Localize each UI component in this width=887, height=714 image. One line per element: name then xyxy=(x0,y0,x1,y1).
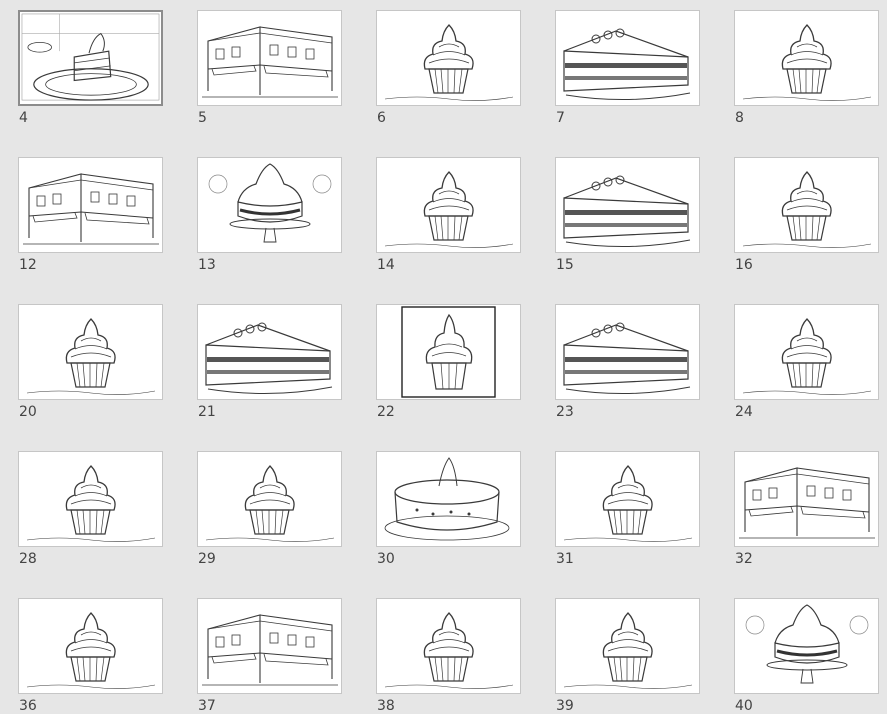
slide-thumbnail-37[interactable]: 37 xyxy=(197,598,342,714)
slide-thumbnail-32[interactable]: 32 xyxy=(734,451,879,567)
slide-number: 12 xyxy=(19,257,37,273)
cake-stand-icon xyxy=(734,598,879,694)
slide-number: 36 xyxy=(19,698,37,714)
slide-thumbnail-31[interactable]: 31 xyxy=(555,451,700,567)
cupcake-icon xyxy=(18,304,163,400)
slide-number: 14 xyxy=(377,257,395,273)
slide-number: 15 xyxy=(556,257,574,273)
cake-stand-icon xyxy=(197,157,342,253)
slide-thumbnail-7[interactable]: 7 xyxy=(555,10,700,126)
slide-number: 6 xyxy=(377,110,386,126)
cupcake-icon xyxy=(734,157,879,253)
cupcake-icon xyxy=(555,451,700,547)
slide-number: 16 xyxy=(735,257,753,273)
storefront-corner-icon xyxy=(18,157,163,253)
slide-thumbnail-40[interactable]: 40 xyxy=(734,598,879,714)
slide-number: 7 xyxy=(556,110,565,126)
cupcake-icon xyxy=(197,451,342,547)
framed-cupcake-icon xyxy=(376,304,521,400)
slide-thumbnail-36[interactable]: 36 xyxy=(18,598,163,714)
slide-thumbnail-28[interactable]: 28 xyxy=(18,451,163,567)
layer-cake-slice-icon xyxy=(197,304,342,400)
slide-thumbnail-8[interactable]: 8 xyxy=(734,10,879,126)
slide-thumbnail-16[interactable]: 16 xyxy=(734,157,879,273)
storefront-corner-icon xyxy=(197,10,342,106)
slide-number: 37 xyxy=(198,698,216,714)
slide-number: 28 xyxy=(19,551,37,567)
slide-thumbnail-20[interactable]: 20 xyxy=(18,304,163,420)
slide-number: 32 xyxy=(735,551,753,567)
cupcake-icon xyxy=(18,451,163,547)
slide-number: 21 xyxy=(198,404,216,420)
cupcake-icon xyxy=(734,304,879,400)
slide-number: 39 xyxy=(556,698,574,714)
cake-slice-plate-icon xyxy=(18,10,163,106)
slide-number: 38 xyxy=(377,698,395,714)
slide-number: 20 xyxy=(19,404,37,420)
slide-number: 24 xyxy=(735,404,753,420)
cupcake-icon xyxy=(376,598,521,694)
storefront-corner-icon xyxy=(197,598,342,694)
slide-number: 30 xyxy=(377,551,395,567)
slide-thumbnail-29[interactable]: 29 xyxy=(197,451,342,567)
layer-cake-slice-icon xyxy=(555,157,700,253)
slide-number: 31 xyxy=(556,551,574,567)
slide-thumbnail-38[interactable]: 38 xyxy=(376,598,521,714)
slide-number: 8 xyxy=(735,110,744,126)
slide-number: 13 xyxy=(198,257,216,273)
slide-thumbnail-12[interactable]: 12 xyxy=(18,157,163,273)
slide-thumbnail-23[interactable]: 23 xyxy=(555,304,700,420)
slide-thumbnail-22[interactable]: 22 xyxy=(376,304,521,420)
slide-number: 29 xyxy=(198,551,216,567)
storefront-corner-icon xyxy=(734,451,879,547)
slide-thumbnail-15[interactable]: 15 xyxy=(555,157,700,273)
slide-number: 22 xyxy=(377,404,395,420)
slide-thumbnail-5[interactable]: 5 xyxy=(197,10,342,126)
slide-thumbnail-30[interactable]: 30 xyxy=(376,451,521,567)
slide-number: 23 xyxy=(556,404,574,420)
cupcake-icon xyxy=(18,598,163,694)
cupcake-icon xyxy=(555,598,700,694)
layer-cake-slice-icon xyxy=(555,304,700,400)
slide-number: 4 xyxy=(19,110,28,126)
slide-thumbnail-39[interactable]: 39 xyxy=(555,598,700,714)
round-cake-icon xyxy=(376,451,521,547)
cupcake-icon xyxy=(376,10,521,106)
layer-cake-slice-icon xyxy=(555,10,700,106)
cupcake-icon xyxy=(376,157,521,253)
slide-thumbnail-21[interactable]: 21 xyxy=(197,304,342,420)
slide-thumbnail-14[interactable]: 14 xyxy=(376,157,521,273)
slide-thumbnail-6[interactable]: 6 xyxy=(376,10,521,126)
slide-thumbnail-4[interactable]: 4 xyxy=(18,10,163,126)
slide-sorter-grid: 4 5 6 7 8 12 13 14 15 16 20 21 22 23 24 … xyxy=(0,0,887,714)
slide-thumbnail-13[interactable]: 13 xyxy=(197,157,342,273)
slide-number: 5 xyxy=(198,110,207,126)
slide-number: 40 xyxy=(735,698,753,714)
cupcake-icon xyxy=(734,10,879,106)
slide-thumbnail-24[interactable]: 24 xyxy=(734,304,879,420)
